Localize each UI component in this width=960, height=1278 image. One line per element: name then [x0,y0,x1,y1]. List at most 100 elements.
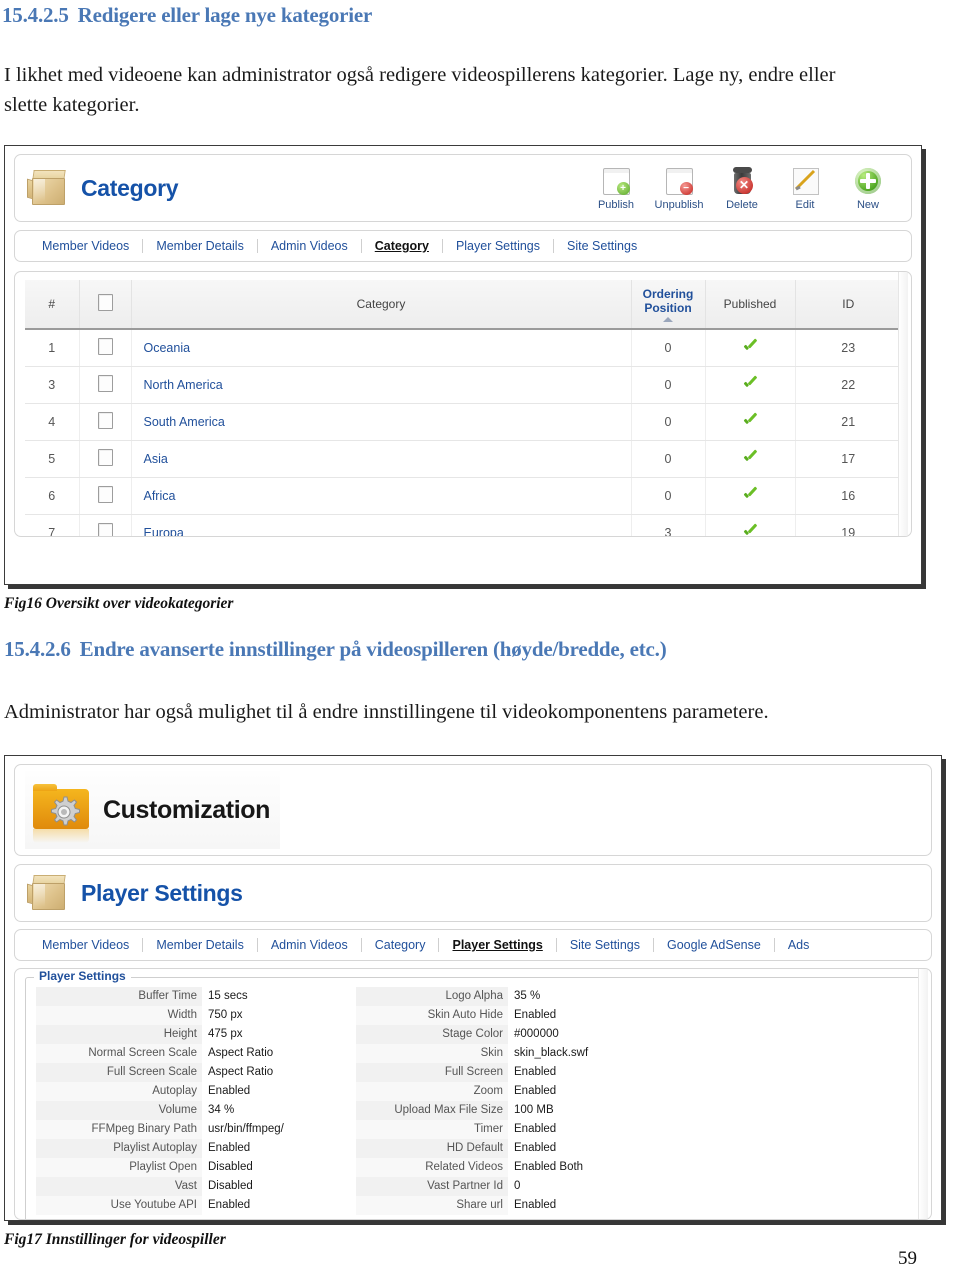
row-published[interactable] [705,514,796,536]
table-row[interactable]: 3 North America 0 22 [25,366,901,404]
row-checkbox-cell[interactable] [79,514,132,536]
unpublish-button[interactable]: − Unpublish [655,166,703,211]
setting-row[interactable]: Timer Enabled [356,1120,588,1139]
row-checkbox[interactable] [97,523,113,536]
published-check-icon[interactable] [742,376,758,392]
setting-row[interactable]: HD Default Enabled [356,1139,588,1158]
tab-player-settings[interactable]: Player Settings [439,938,555,952]
row-published[interactable] [705,440,796,478]
select-all-checkbox[interactable] [97,294,113,311]
setting-row[interactable]: Vast Partner Id 0 [356,1177,588,1196]
row-checkbox-cell[interactable] [79,477,132,515]
setting-value[interactable]: Enabled [508,1006,556,1025]
setting-value[interactable]: Enabled [202,1139,356,1158]
category-link[interactable]: Asia [144,452,168,466]
tab-admin-videos[interactable]: Admin Videos [258,938,361,952]
tab-site-settings[interactable]: Site Settings [557,938,653,952]
setting-value[interactable]: Enabled [202,1196,356,1215]
setting-row[interactable]: Upload Max File Size 100 MB [356,1101,588,1120]
tab-category[interactable]: Category [362,938,439,952]
setting-value[interactable]: Enabled [508,1082,556,1101]
table-row[interactable]: 4 South America 0 21 [25,403,901,441]
delete-button[interactable]: ✕ Delete [719,166,765,211]
setting-row[interactable]: Height 475 px [36,1025,356,1044]
setting-value[interactable]: Enabled Both [508,1158,583,1177]
row-checkbox-cell[interactable] [79,403,132,441]
tab-member-details[interactable]: Member Details [143,938,257,952]
column-header-ordering-position[interactable]: Ordering Position [631,280,706,330]
table-row[interactable]: 6 Africa 0 16 [25,477,901,515]
setting-row[interactable]: Skin skin_black.swf [356,1044,588,1063]
row-published[interactable] [705,329,796,367]
published-check-icon[interactable] [742,487,758,503]
setting-row[interactable]: FFMpeg Binary Path usr/bin/ffmpeg/ [36,1120,356,1139]
category-link[interactable]: North America [144,378,223,392]
settings-scrollbar[interactable] [918,969,928,1219]
setting-value[interactable]: Disabled [202,1177,356,1196]
setting-value[interactable]: 750 px [202,1006,356,1025]
setting-value[interactable]: 0 [508,1177,520,1196]
setting-row[interactable]: Stage Color #000000 [356,1025,588,1044]
setting-row[interactable]: Logo Alpha 35 % [356,987,588,1006]
row-category-name[interactable]: Africa [131,477,632,515]
new-button[interactable]: New [845,166,891,211]
row-checkbox[interactable] [97,449,113,466]
setting-row[interactable]: Playlist Autoplay Enabled [36,1139,356,1158]
table-scrollbar[interactable] [898,272,908,536]
row-category-name[interactable]: Europa [131,514,632,536]
setting-row[interactable]: Vast Disabled [36,1177,356,1196]
row-checkbox-cell[interactable] [79,329,132,367]
tab-google-adsense[interactable]: Google AdSense [654,938,774,952]
setting-value[interactable]: 35 % [508,987,540,1006]
setting-row[interactable]: Normal Screen Scale Aspect Ratio [36,1044,356,1063]
row-published[interactable] [705,403,796,441]
tab-site-settings[interactable]: Site Settings [554,239,650,253]
setting-value[interactable]: Enabled [508,1196,556,1215]
setting-row[interactable]: Width 750 px [36,1006,356,1025]
tab-admin-videos[interactable]: Admin Videos [258,239,361,253]
setting-value[interactable]: skin_black.swf [508,1044,588,1063]
tab-category[interactable]: Category [362,239,442,253]
setting-value[interactable]: Disabled [202,1158,356,1177]
setting-row[interactable]: Full Screen Enabled [356,1063,588,1082]
row-checkbox[interactable] [97,412,113,429]
setting-value[interactable]: 475 px [202,1025,356,1044]
published-check-icon[interactable] [742,339,758,355]
row-checkbox-cell[interactable] [79,440,132,478]
row-category-name[interactable]: South America [131,403,632,441]
setting-value[interactable]: 100 MB [508,1101,554,1120]
published-check-icon[interactable] [742,450,758,466]
table-row[interactable]: 7 Europa 3 19 [25,514,901,536]
setting-value[interactable]: Aspect Ratio [202,1063,356,1082]
tab-member-details[interactable]: Member Details [143,239,257,253]
setting-value[interactable]: Enabled [202,1082,356,1101]
row-published[interactable] [705,366,796,404]
setting-row[interactable]: Share url Enabled [356,1196,588,1215]
row-checkbox[interactable] [97,338,113,355]
setting-row[interactable]: Use Youtube API Enabled [36,1196,356,1215]
tab-ads[interactable]: Ads [775,938,823,952]
category-link[interactable]: Oceania [144,341,191,355]
setting-value[interactable]: #000000 [508,1025,559,1044]
row-checkbox[interactable] [97,375,113,392]
column-header-id[interactable]: ID [795,280,901,330]
row-category-name[interactable]: Oceania [131,329,632,367]
category-link[interactable]: South America [144,415,225,429]
setting-row[interactable]: Skin Auto Hide Enabled [356,1006,588,1025]
row-category-name[interactable]: Asia [131,440,632,478]
setting-value[interactable]: Aspect Ratio [202,1044,356,1063]
tab-member-videos[interactable]: Member Videos [29,239,142,253]
setting-row[interactable]: Autoplay Enabled [36,1082,356,1101]
category-link[interactable]: Africa [144,489,176,503]
setting-row[interactable]: Full Screen Scale Aspect Ratio [36,1063,356,1082]
setting-row[interactable]: Buffer Time 15 secs [36,987,356,1006]
table-row[interactable]: 5 Asia 0 17 [25,440,901,478]
edit-button[interactable]: Edit [782,166,828,211]
row-category-name[interactable]: North America [131,366,632,404]
setting-value[interactable]: Enabled [508,1139,556,1158]
row-published[interactable] [705,477,796,515]
setting-row[interactable]: Volume 34 % [36,1101,356,1120]
tab-member-videos[interactable]: Member Videos [29,938,142,952]
column-header-category[interactable]: Category [131,280,632,330]
column-header-published[interactable]: Published [705,280,796,330]
